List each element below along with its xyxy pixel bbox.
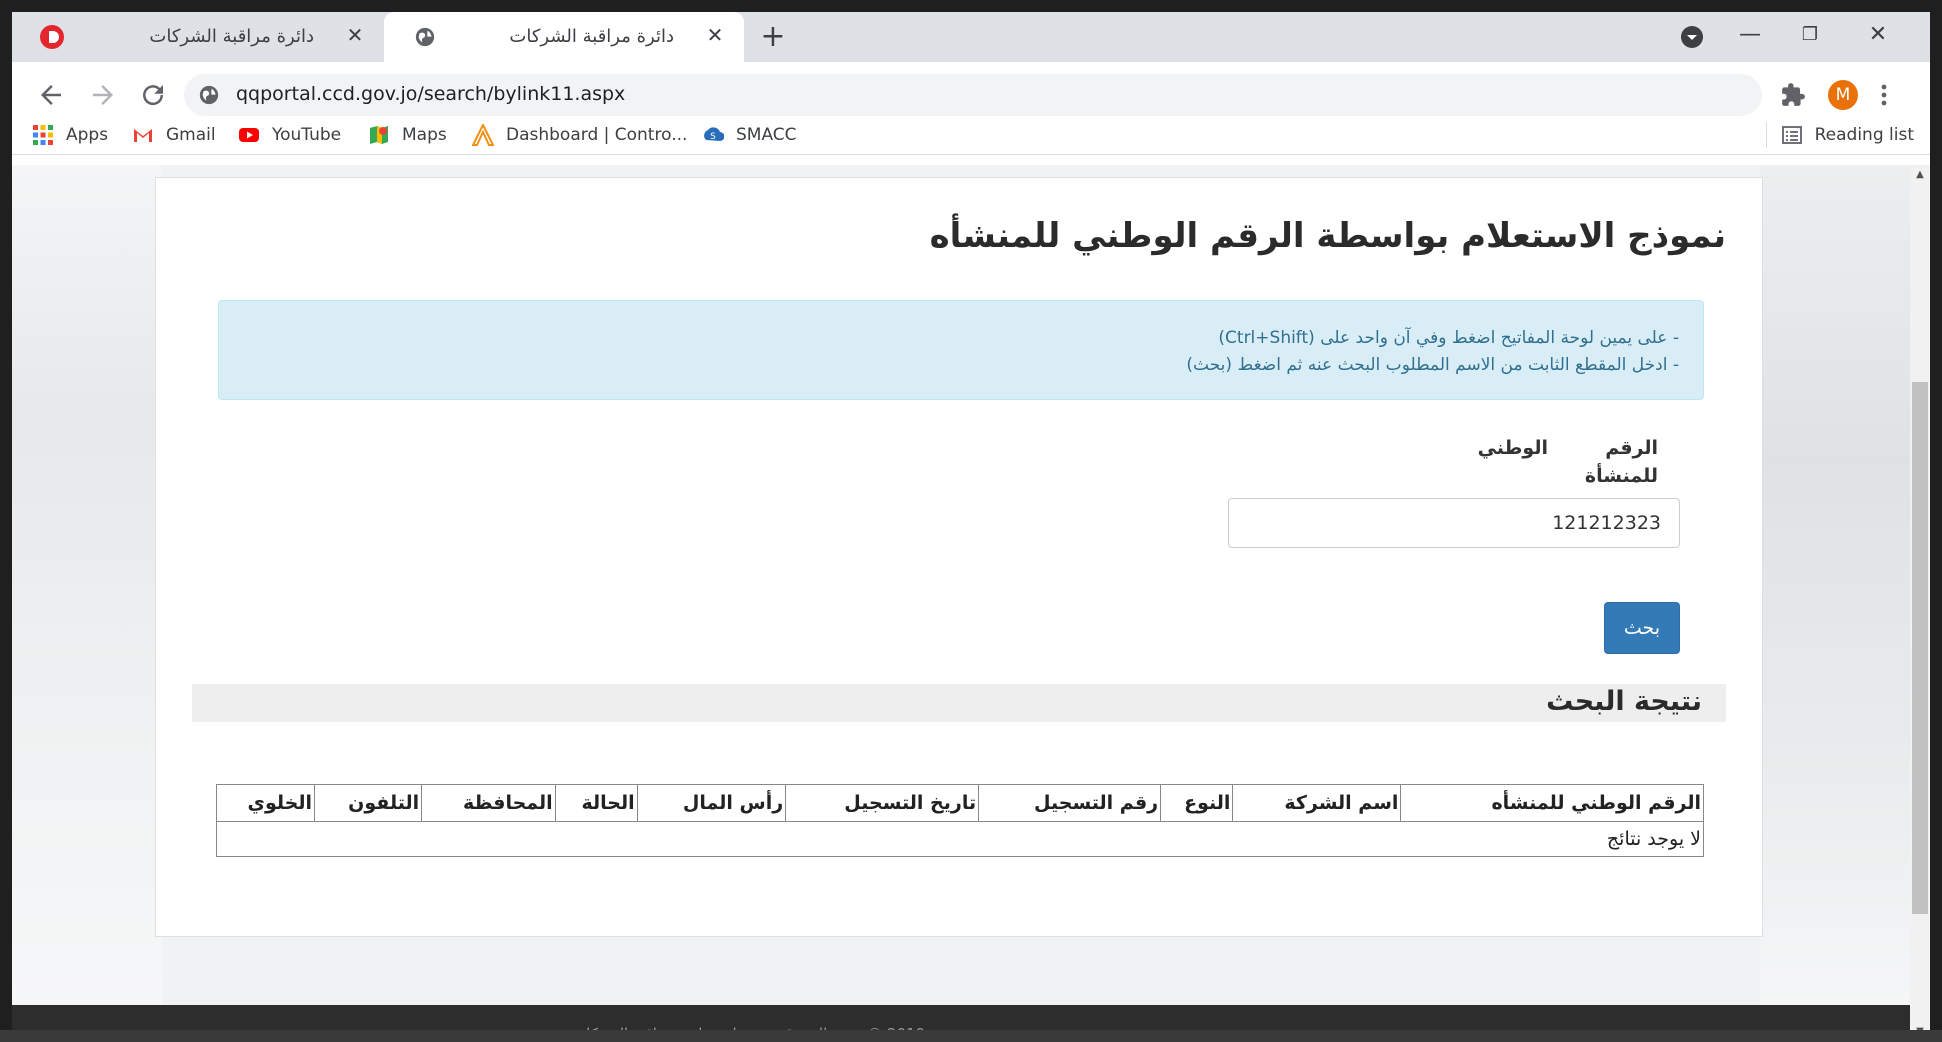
column-header: رقم التسجيل bbox=[978, 784, 1162, 822]
column-header: اسم الشركة bbox=[1232, 784, 1402, 822]
search-button[interactable]: بحث bbox=[1604, 602, 1680, 654]
tab-search-icon[interactable] bbox=[1680, 25, 1704, 49]
background-building-image bbox=[12, 165, 162, 1005]
no-results-cell: لا يوجد نتائج bbox=[216, 821, 1704, 857]
new-tab-button[interactable]: + bbox=[758, 22, 788, 52]
forward-icon[interactable] bbox=[88, 80, 118, 110]
minimize-button[interactable]: — bbox=[1730, 20, 1770, 50]
column-header: المحافظة bbox=[421, 784, 556, 822]
gmail-icon bbox=[134, 129, 152, 142]
tab-inactive[interactable]: دائرة مراقبة الشركات ✕ bbox=[12, 12, 384, 62]
bookmark-label: Gmail bbox=[166, 125, 216, 145]
column-header: الخلوي bbox=[216, 784, 315, 822]
column-header: التلفون bbox=[313, 784, 423, 822]
youtube-icon bbox=[239, 128, 259, 142]
close-tab-icon[interactable]: ✕ bbox=[344, 24, 366, 46]
search-card: نموذج الاستعلام بواسطة الرقم الوطني للمن… bbox=[155, 177, 1763, 937]
bookmark-label: SMACC bbox=[736, 125, 797, 145]
vertical-scrollbar[interactable]: ▲ ▼ bbox=[1910, 165, 1930, 1042]
column-header: الرقم الوطني للمنشأه bbox=[1400, 784, 1704, 822]
bookmark-label: Apps bbox=[66, 125, 109, 145]
bookmark-maps[interactable]: Maps bbox=[368, 122, 447, 148]
extensions-puzzle-icon[interactable] bbox=[1780, 82, 1806, 108]
svg-text:S: S bbox=[710, 132, 716, 142]
bookmark-apps[interactable]: Apps bbox=[32, 122, 108, 148]
back-icon[interactable] bbox=[36, 80, 66, 110]
reading-list-icon bbox=[1781, 126, 1802, 144]
tab-strip: دائرة مراقبة الشركات ✕ دائرة مراقبة الشر… bbox=[12, 12, 1930, 62]
taskbar-strip bbox=[0, 1030, 1942, 1042]
bookmark-dashboard[interactable]: Dashboard | Contro... bbox=[472, 122, 687, 148]
label-word: الرقم bbox=[1605, 437, 1658, 459]
national-id-input[interactable]: 121212323 bbox=[1228, 498, 1680, 548]
tab-title: دائرة مراقبة الشركات bbox=[149, 26, 314, 47]
apps-grid-icon bbox=[33, 125, 53, 145]
info-alert: - على يمين لوحة المفاتيح اضغط وفي آن واح… bbox=[218, 300, 1704, 400]
bookmarks-bar: Apps Gmail YouTube Maps Dashboard | Cont… bbox=[12, 116, 1930, 155]
table-row: لا يوجد نتائج bbox=[216, 821, 1704, 857]
label-word: للمنشأة bbox=[1584, 465, 1658, 487]
page-viewport: نموذج الاستعلام بواسطة الرقم الوطني للمن… bbox=[12, 165, 1910, 1042]
info-line: - ادخل المقطع الثابت من الاسم المطلوب ال… bbox=[1186, 355, 1679, 375]
bookmark-smacc[interactable]: S SMACC bbox=[702, 122, 797, 148]
address-bar[interactable]: qqportal.ccd.gov.jo/search/bylink11.aspx bbox=[184, 74, 1762, 116]
info-line: - على يمين لوحة المفاتيح اضغط وفي آن واح… bbox=[1218, 328, 1679, 348]
bookmark-gmail[interactable]: Gmail bbox=[132, 122, 216, 148]
reading-list-button[interactable]: Reading list bbox=[1765, 122, 1914, 148]
column-header: النوع bbox=[1160, 784, 1234, 822]
column-header: الحالة bbox=[554, 784, 638, 822]
column-header: تاريخ التسجيل bbox=[785, 784, 980, 822]
bookmark-label: Maps bbox=[402, 125, 447, 145]
smacc-icon: S bbox=[704, 127, 724, 142]
divider bbox=[1765, 122, 1767, 148]
profile-avatar[interactable]: M bbox=[1828, 80, 1858, 110]
maximize-button[interactable]: ❐ bbox=[1790, 20, 1830, 50]
browser-window: دائرة مراقبة الشركات ✕ دائرة مراقبة الشر… bbox=[12, 12, 1930, 1042]
bookmark-label: Dashboard | Contro... bbox=[506, 125, 688, 145]
menu-kebab-icon[interactable] bbox=[1874, 80, 1894, 110]
results-header-bar: نتيجة البحث bbox=[192, 684, 1726, 722]
dashboard-icon bbox=[472, 124, 494, 146]
close-tab-icon[interactable]: ✕ bbox=[704, 24, 726, 46]
tab-title: دائرة مراقبة الشركات bbox=[509, 26, 674, 47]
background-building-image bbox=[1760, 165, 1910, 1005]
reading-list-label: Reading list bbox=[1814, 125, 1914, 145]
bookmark-label: YouTube bbox=[272, 125, 342, 145]
tab-active[interactable]: دائرة مراقبة الشركات ✕ bbox=[384, 12, 744, 62]
column-header: رأس المال bbox=[636, 784, 787, 822]
results-title: نتيجة البحث bbox=[1546, 686, 1702, 717]
close-window-button[interactable]: ✕ bbox=[1858, 20, 1898, 50]
label-word: الوطني bbox=[1477, 437, 1548, 459]
results-table: الرقم الوطني للمنشأه اسم الشركة النوع رق… bbox=[216, 784, 1704, 857]
scroll-up-arrow-icon[interactable]: ▲ bbox=[1914, 169, 1926, 181]
reload-icon[interactable] bbox=[138, 80, 168, 110]
scroll-thumb[interactable] bbox=[1912, 382, 1928, 914]
page-title: نموذج الاستعلام بواسطة الرقم الوطني للمن… bbox=[929, 216, 1726, 256]
table-header-row: الرقم الوطني للمنشأه اسم الشركة النوع رق… bbox=[216, 784, 1704, 822]
ccd-logo-icon bbox=[40, 25, 64, 49]
maps-icon bbox=[370, 126, 388, 144]
bookmark-youtube[interactable]: YouTube bbox=[238, 122, 341, 148]
globe-icon[interactable] bbox=[198, 84, 220, 106]
globe-icon bbox=[415, 27, 435, 47]
url-text[interactable]: qqportal.ccd.gov.jo/search/bylink11.aspx bbox=[236, 83, 625, 105]
